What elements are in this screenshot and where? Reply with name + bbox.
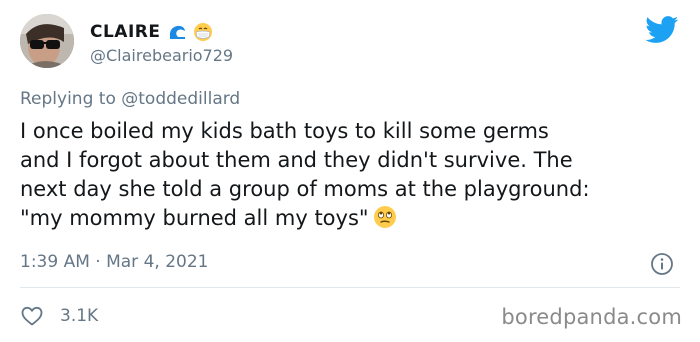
like-count: 3.1K <box>60 306 99 326</box>
replying-to: Replying to @toddedillard <box>20 89 240 109</box>
tweet-text: I once boiled my kids bath toys to kill … <box>20 117 690 233</box>
reply-mention-link[interactable]: @toddedillard <box>121 89 240 109</box>
twitter-bird-icon[interactable] <box>645 16 679 44</box>
divider <box>20 287 680 288</box>
display-name-row[interactable]: CLAIRE <box>90 20 213 44</box>
tweet-text-line: I once boiled my kids bath toys to kill … <box>20 119 549 143</box>
display-name[interactable]: CLAIRE <box>90 22 161 42</box>
tweet-text-line: next day she told a group of moms at the… <box>20 177 590 201</box>
tweet-text-line-last: "my mommy burned all my toys" <box>20 204 690 233</box>
tweet-text-line: "my mommy burned all my toys" <box>20 206 369 230</box>
info-icon[interactable] <box>650 252 674 276</box>
tweet-timestamp[interactable]: 1:39 AM · Mar 4, 2021 <box>20 252 208 272</box>
face-with-rolling-eyes-emoji-icon <box>373 205 397 229</box>
tweet-text-line: and I forgot about them and they didn't … <box>20 148 573 172</box>
wave-emoji-icon <box>167 22 187 42</box>
like-button[interactable]: 3.1K <box>20 304 98 328</box>
avatar[interactable] <box>20 14 74 68</box>
user-handle[interactable]: @Clairebeario729 <box>90 46 233 65</box>
heart-icon[interactable] <box>20 304 44 328</box>
tweet-card: CLAIRE @Clairebeario729 Replying to @tod… <box>0 0 700 342</box>
replying-to-prefix: Replying to <box>20 89 116 109</box>
watermark: boredpanda.com <box>501 305 682 329</box>
medical-mask-emoji-icon <box>193 22 213 42</box>
